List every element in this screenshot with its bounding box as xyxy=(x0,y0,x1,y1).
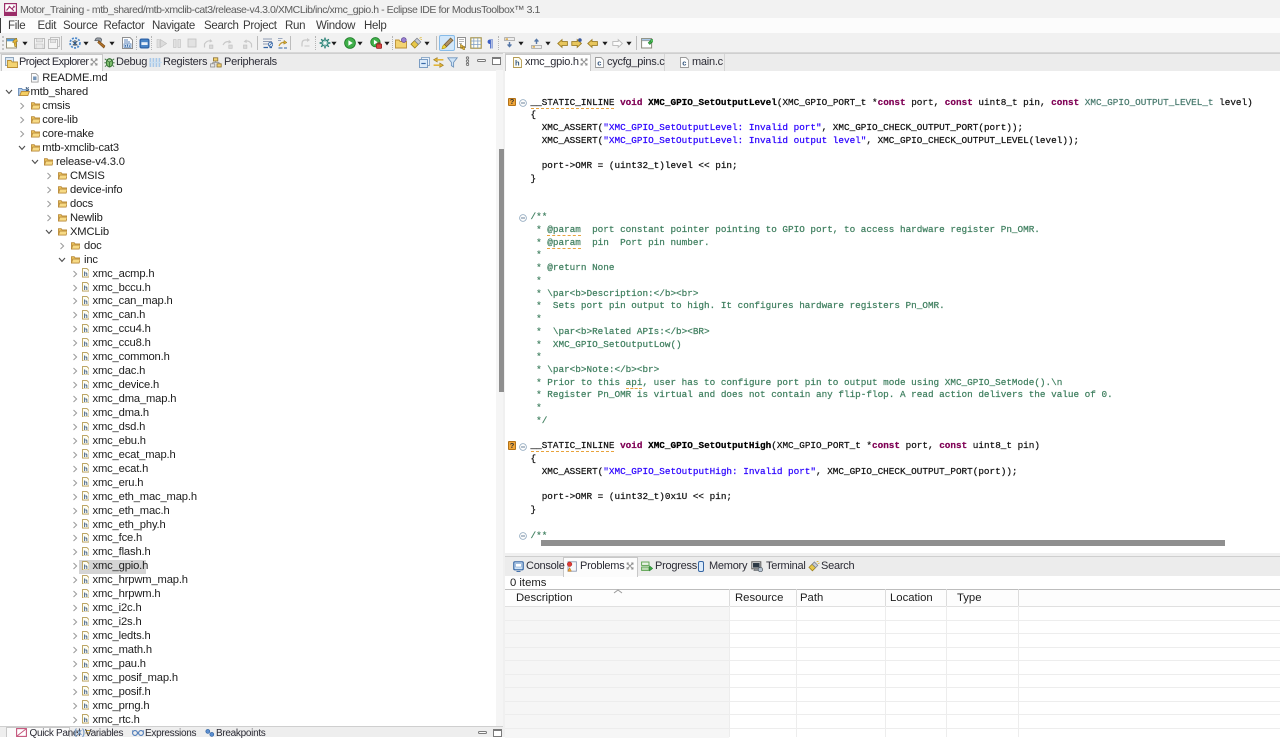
svg-text:h: h xyxy=(515,59,520,68)
svg-text:h: h xyxy=(83,341,87,348)
svg-text:h: h xyxy=(83,424,87,431)
svg-text:h: h xyxy=(83,299,87,306)
svg-text:h: h xyxy=(83,396,87,403)
svg-text:h: h xyxy=(83,285,87,292)
svg-text:h: h xyxy=(83,327,87,334)
svg-text:h: h xyxy=(83,438,87,445)
svg-text:S: S xyxy=(25,87,29,93)
svg-text:h: h xyxy=(83,661,87,668)
svg-text:h: h xyxy=(83,355,87,362)
svg-text:h: h xyxy=(83,717,87,724)
svg-text:h: h xyxy=(83,383,87,390)
svg-text:h: h xyxy=(83,675,87,682)
svg-text:h: h xyxy=(83,550,87,557)
svg-text:h: h xyxy=(83,703,87,710)
svg-text:h: h xyxy=(83,592,87,599)
svg-text:h: h xyxy=(83,452,87,459)
svg-text:h: h xyxy=(83,647,87,654)
svg-text:h: h xyxy=(83,466,87,473)
svg-text:c: c xyxy=(682,59,686,68)
svg-text:h: h xyxy=(83,313,87,320)
svg-text:h: h xyxy=(83,271,87,278)
svg-text:h: h xyxy=(83,410,87,417)
svg-text:h: h xyxy=(83,689,87,696)
svg-text:h: h xyxy=(83,564,87,571)
svg-text:h: h xyxy=(83,522,87,529)
svg-text:h: h xyxy=(83,536,87,543)
svg-text:h: h xyxy=(83,633,87,640)
svg-text:h: h xyxy=(83,578,87,585)
svg-text:h: h xyxy=(83,369,87,376)
svg-text:c: c xyxy=(597,59,601,68)
svg-text:h: h xyxy=(83,508,87,515)
svg-text:h: h xyxy=(83,619,87,626)
svg-text:h: h xyxy=(83,494,87,501)
svg-text:h: h xyxy=(83,606,87,613)
svg-text:h: h xyxy=(83,480,87,487)
